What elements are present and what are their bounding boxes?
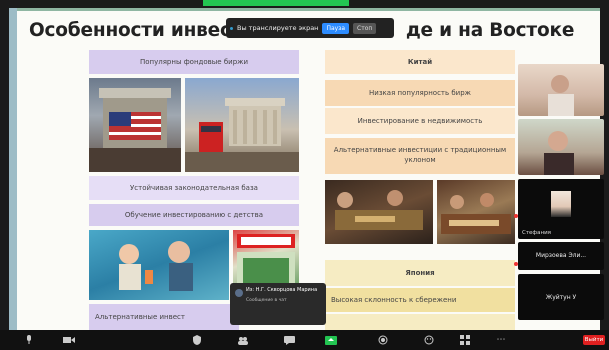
microphone-icon[interactable] <box>22 334 36 346</box>
west-item-1: Устойчивая законодательная база <box>89 176 299 200</box>
speaker-indicator-icon <box>514 262 518 266</box>
share-banner: Вы транслируете экран Пауза Стоп <box>226 18 394 38</box>
west-item-2: Обучение инвестированию с детства <box>89 204 299 226</box>
slide-title-end: де и на Востоке <box>405 20 575 41</box>
participant-video-2[interactable] <box>518 119 604 175</box>
japan-item-2 <box>325 314 515 330</box>
meeting-toolbar: ⋯ Выйти <box>0 330 609 350</box>
speaker-indicator-icon <box>514 214 518 218</box>
participants-icon[interactable] <box>236 334 250 346</box>
participant-avatar <box>551 191 571 217</box>
chat-notification[interactable]: Из: Н.Г. Скворцова Марина Сообщение в ча… <box>230 283 326 325</box>
participant-4-name: Мирзоева Эли... <box>535 252 587 259</box>
screen-share-indicator <box>203 0 349 6</box>
china-item-2-text: Инвестирование в недвижимость <box>357 117 483 125</box>
share-banner-text: Вы транслируете экран <box>237 24 319 32</box>
participant-1-silhouette-icon <box>548 75 574 116</box>
japan-header-text: Япония <box>405 269 435 277</box>
japan-item-1: Высокая склонность к сбережени <box>325 288 515 312</box>
west-item-3-text: Альтернативные инвест <box>95 313 185 321</box>
china-item-3-text: Альтернативные инвестиции с традиционным… <box>333 146 507 164</box>
participant-panel: Стефания Мирзоева Эли... Жуйтун У <box>514 64 609 330</box>
participant-tile-5[interactable]: Жуйтун У <box>518 274 604 320</box>
china-header-text: Китай <box>407 58 433 66</box>
share-screen-icon[interactable] <box>324 334 338 346</box>
participant-5-name: Жуйтун У <box>545 294 577 301</box>
record-icon[interactable] <box>376 334 390 346</box>
presentation-slide: Особенности инвес де и на Востоке Популяр… <box>9 8 600 330</box>
china-item-2: Инвестирование в недвижимость <box>325 108 515 134</box>
reactions-icon[interactable] <box>422 334 436 346</box>
apps-icon[interactable] <box>458 334 472 346</box>
participant-video-1[interactable] <box>518 64 604 116</box>
slide-top-accent <box>9 8 600 11</box>
share-status-icon <box>230 26 233 30</box>
video-icon[interactable] <box>62 334 76 346</box>
nyse-image <box>89 78 181 172</box>
pause-share-button[interactable]: Пауза <box>322 22 350 34</box>
notification-body: Сообщение в чат <box>246 297 287 303</box>
west-header-box: Популярны фондовые биржи <box>89 50 299 74</box>
china-item-1-text: Низкая популярность бирж <box>369 89 471 97</box>
slide-title-start: Особенности инвес <box>29 20 231 41</box>
japan-item-1-text: Высокая склонность к сбережени <box>331 296 457 304</box>
london-exchange-image <box>185 78 299 172</box>
west-item-2-text: Обучение инвестированию с детства <box>124 211 264 219</box>
stop-share-button[interactable]: Стоп <box>353 22 377 34</box>
china-item-3: Альтернативные инвестиции с традиционным… <box>325 138 515 174</box>
china-item-1: Низкая популярность бирж <box>325 80 515 106</box>
slide-left-accent <box>9 8 17 330</box>
end-meeting-button[interactable]: Выйти <box>583 335 605 345</box>
security-icon[interactable] <box>190 334 204 346</box>
sender-avatar <box>235 289 243 297</box>
kids-learning-image <box>89 230 229 300</box>
china-market-image <box>437 180 515 244</box>
china-header-box: Китай <box>325 50 515 74</box>
zoom-window: Особенности инвес де и на Востоке Популяр… <box>0 0 609 350</box>
west-item-3: Альтернативные инвест <box>89 304 239 330</box>
participant-3-name: Стефания <box>522 230 551 236</box>
participant-tile-4[interactable]: Мирзоева Эли... <box>518 242 604 270</box>
west-item-1-text: Устойчивая законодательная база <box>130 184 258 192</box>
more-icon[interactable]: ⋯ <box>494 334 508 346</box>
west-header-text: Популярны фондовые биржи <box>139 58 249 66</box>
notification-title: Из: Н.Г. Скворцова Марина <box>246 287 318 293</box>
china-trading-image <box>325 180 433 244</box>
participant-2-silhouette-icon <box>544 131 574 175</box>
chat-icon[interactable] <box>282 334 296 346</box>
participant-tile-3[interactable]: Стефания <box>518 179 604 239</box>
japan-header-box: Япония <box>325 260 515 286</box>
